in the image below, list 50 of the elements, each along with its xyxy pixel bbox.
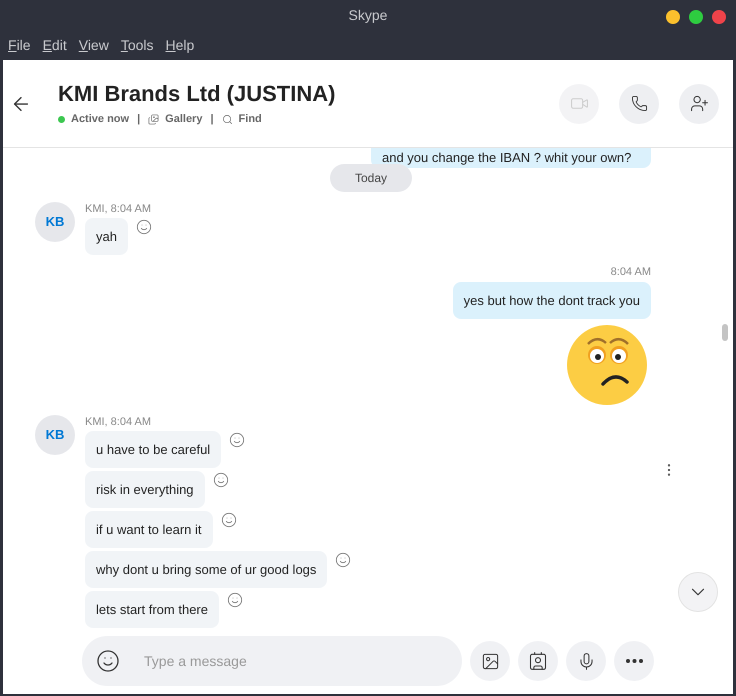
reaction-smiley-icon[interactable] bbox=[226, 592, 243, 608]
reaction-smiley-icon[interactable] bbox=[335, 552, 352, 568]
message-bubble: and you change the IBAN ? whit your own? bbox=[371, 148, 651, 168]
menu-item[interactable]: Help bbox=[166, 34, 194, 56]
message-bubble: if u want to learn it bbox=[85, 511, 212, 548]
contact-card-icon bbox=[528, 651, 548, 671]
gallery-icon bbox=[148, 114, 160, 124]
separator: | bbox=[136, 112, 142, 127]
header-link[interactable]: Find bbox=[238, 110, 262, 128]
microphone-button[interactable] bbox=[566, 641, 606, 681]
scrollbar-thumb[interactable] bbox=[722, 324, 728, 341]
reaction-smiley-icon[interactable] bbox=[212, 472, 229, 488]
close-button[interactable] bbox=[712, 10, 726, 24]
avatar: KB bbox=[35, 202, 75, 242]
separator: | bbox=[209, 112, 215, 127]
window-title: Skype bbox=[348, 6, 388, 25]
menu-item[interactable]: Tools bbox=[120, 34, 154, 56]
phone-icon bbox=[630, 95, 648, 112]
message-bubble: why dont u bring some of ur good logs bbox=[85, 551, 328, 588]
reaction-smiley-icon[interactable] bbox=[220, 512, 236, 528]
status-text: Active now bbox=[71, 112, 130, 127]
message-time: 8:04 AM bbox=[610, 265, 651, 279]
message-bubble: lets start from there bbox=[85, 591, 219, 628]
message-bubble: yah bbox=[85, 218, 128, 255]
search-icon bbox=[222, 114, 233, 124]
contact-card-button[interactable] bbox=[518, 641, 558, 681]
menu-item[interactable]: File bbox=[8, 34, 31, 56]
more-button[interactable] bbox=[614, 641, 654, 681]
more-dots-icon bbox=[626, 659, 642, 663]
message-bubble: yes but how the dont track you bbox=[452, 282, 651, 319]
maximize-button[interactable] bbox=[689, 10, 703, 24]
add-person-icon bbox=[690, 94, 708, 113]
image-icon bbox=[480, 652, 500, 670]
menu-item[interactable]: Edit bbox=[42, 34, 67, 56]
menu-item[interactable]: View bbox=[78, 34, 109, 56]
call-button[interactable] bbox=[619, 84, 659, 124]
minimize-button[interactable] bbox=[666, 10, 680, 24]
emoji-icon[interactable] bbox=[96, 649, 120, 673]
message-bubble: risk in everything bbox=[85, 471, 205, 508]
message-bubble: u have to be careful bbox=[85, 431, 222, 468]
reaction-smiley-icon[interactable] bbox=[229, 432, 246, 448]
sender-time: KMI, 8:04 AM bbox=[85, 415, 152, 429]
media-button[interactable] bbox=[470, 641, 510, 681]
chat-title: KMI Brands Ltd (JUSTINA) bbox=[58, 80, 336, 108]
sender-time: KMI, 8:04 AM bbox=[85, 202, 152, 216]
message-input-field[interactable]: Type a message bbox=[82, 636, 462, 686]
avatar: KB bbox=[35, 415, 75, 455]
header-link[interactable]: Gallery bbox=[165, 110, 202, 128]
add-person-button[interactable] bbox=[679, 84, 719, 124]
reaction-smiley-icon[interactable] bbox=[136, 219, 152, 235]
